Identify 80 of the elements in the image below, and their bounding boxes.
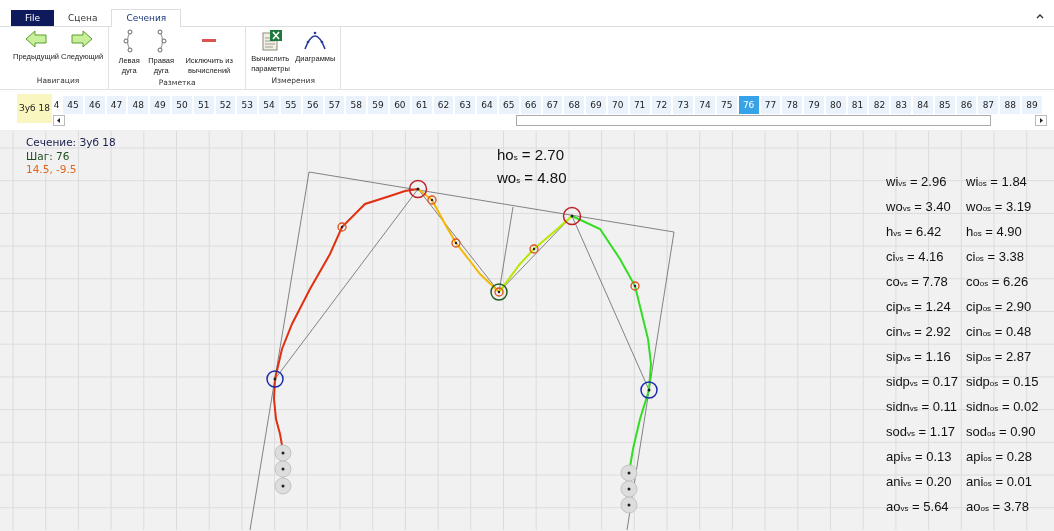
scroll-left-icon[interactable] bbox=[53, 114, 65, 126]
end-point-marker[interactable] bbox=[620, 464, 638, 482]
minus-icon bbox=[202, 39, 217, 42]
step-tab[interactable]: 50 bbox=[172, 96, 192, 114]
left-arrow-icon bbox=[25, 29, 47, 49]
step-tab[interactable]: 61 bbox=[411, 96, 432, 114]
step-tab[interactable]: 82 bbox=[869, 96, 890, 114]
step-tab[interactable]: 57 bbox=[324, 96, 345, 114]
point-marker[interactable] bbox=[427, 195, 437, 205]
base-marker[interactable] bbox=[640, 381, 658, 399]
point-marker[interactable] bbox=[337, 222, 347, 232]
ribbon-tab[interactable]: File bbox=[11, 10, 55, 26]
step-tab[interactable]: 78 bbox=[782, 96, 803, 114]
end-point-marker[interactable] bbox=[274, 477, 292, 495]
step-tab[interactable]: 59 bbox=[368, 96, 388, 114]
step-tab[interactable]: 46 bbox=[84, 96, 105, 114]
step-tab[interactable]: 68 bbox=[564, 96, 585, 114]
step-tab[interactable]: 81 bbox=[847, 96, 868, 114]
peak-marker[interactable] bbox=[408, 179, 428, 199]
step-tab[interactable]: 51 bbox=[193, 96, 214, 114]
step-tab[interactable]: 58 bbox=[346, 96, 367, 114]
scroll-right-icon[interactable] bbox=[1035, 114, 1047, 126]
step-tab[interactable]: 86 bbox=[956, 96, 977, 114]
step-tab[interactable]: 83 bbox=[891, 96, 912, 114]
info-line: Шаг: 76 bbox=[26, 149, 71, 163]
step-tab[interactable]: 52 bbox=[215, 96, 236, 114]
point-marker[interactable] bbox=[494, 287, 504, 297]
step-tab[interactable]: 74 bbox=[695, 96, 715, 114]
info-line: 14.5, -9.5 bbox=[26, 163, 78, 177]
step-tab[interactable]: 54 bbox=[259, 96, 279, 114]
step-tab[interactable]: 48 bbox=[128, 96, 149, 114]
point-marker[interactable] bbox=[529, 244, 539, 254]
end-point-marker[interactable] bbox=[620, 480, 638, 498]
step-tab[interactable]: 89 bbox=[1022, 96, 1042, 114]
step-tab[interactable]: 55 bbox=[280, 96, 301, 114]
arc-points-icon bbox=[123, 29, 136, 53]
step-tab[interactable]: 60 bbox=[389, 96, 410, 114]
step-tab[interactable]: 4 bbox=[52, 96, 61, 114]
step-tab[interactable]: 64 bbox=[477, 96, 497, 114]
valley-marker[interactable] bbox=[490, 283, 508, 301]
step-tab[interactable]: 87 bbox=[978, 96, 999, 114]
step-tab[interactable]: 85 bbox=[934, 96, 955, 114]
step-tab[interactable]: 77 bbox=[760, 96, 781, 114]
scroll-thumb[interactable] bbox=[516, 114, 991, 126]
step-tab[interactable]: 65 bbox=[498, 96, 519, 114]
step-tab[interactable]: 56 bbox=[302, 96, 323, 114]
step-tab[interactable]: 67 bbox=[542, 96, 563, 114]
step-tab[interactable]: 80 bbox=[825, 96, 846, 114]
collapse-icon[interactable] bbox=[1036, 13, 1044, 19]
step-tab[interactable]: 66 bbox=[520, 96, 541, 114]
step-tab[interactable]: 63 bbox=[455, 96, 476, 114]
step-tab[interactable]: 79 bbox=[804, 96, 824, 114]
ribbon-tab[interactable]: Сечения bbox=[111, 9, 182, 27]
arc-points-icon bbox=[155, 29, 168, 53]
step-tab[interactable]: 49 bbox=[150, 96, 170, 114]
base-marker[interactable] bbox=[266, 370, 284, 388]
end-point-marker[interactable] bbox=[620, 496, 638, 514]
section-tab[interactable]: Зуб 18 bbox=[17, 94, 52, 123]
end-point-marker[interactable] bbox=[274, 444, 292, 462]
step-tab[interactable]: 69 bbox=[586, 96, 606, 114]
step-tab[interactable]: 88 bbox=[1000, 96, 1021, 114]
info-line: Сечение: Зуб 18 bbox=[26, 136, 116, 150]
step-tab[interactable]: 62 bbox=[433, 96, 454, 114]
spreadsheet-icon bbox=[261, 29, 284, 51]
step-tab[interactable]: 70 bbox=[607, 96, 628, 114]
step-tab[interactable]: 84 bbox=[913, 96, 933, 114]
point-marker[interactable] bbox=[451, 238, 461, 248]
step-tab[interactable]: 53 bbox=[237, 96, 258, 114]
peak-marker[interactable] bbox=[562, 206, 582, 226]
step-tab[interactable]: 45 bbox=[63, 96, 83, 114]
curve-icon bbox=[303, 29, 328, 51]
step-tab[interactable]: 72 bbox=[651, 96, 672, 114]
point-marker[interactable] bbox=[630, 281, 640, 291]
ribbon-tab[interactable]: Сцена bbox=[54, 10, 112, 26]
step-tab[interactable]: 75 bbox=[716, 96, 737, 114]
step-tab[interactable]: 73 bbox=[673, 96, 694, 114]
right-arrow-icon bbox=[71, 29, 94, 49]
step-tab[interactable]: 47 bbox=[106, 96, 127, 114]
step-tab[interactable]: 71 bbox=[629, 96, 650, 114]
end-point-marker[interactable] bbox=[274, 460, 292, 478]
